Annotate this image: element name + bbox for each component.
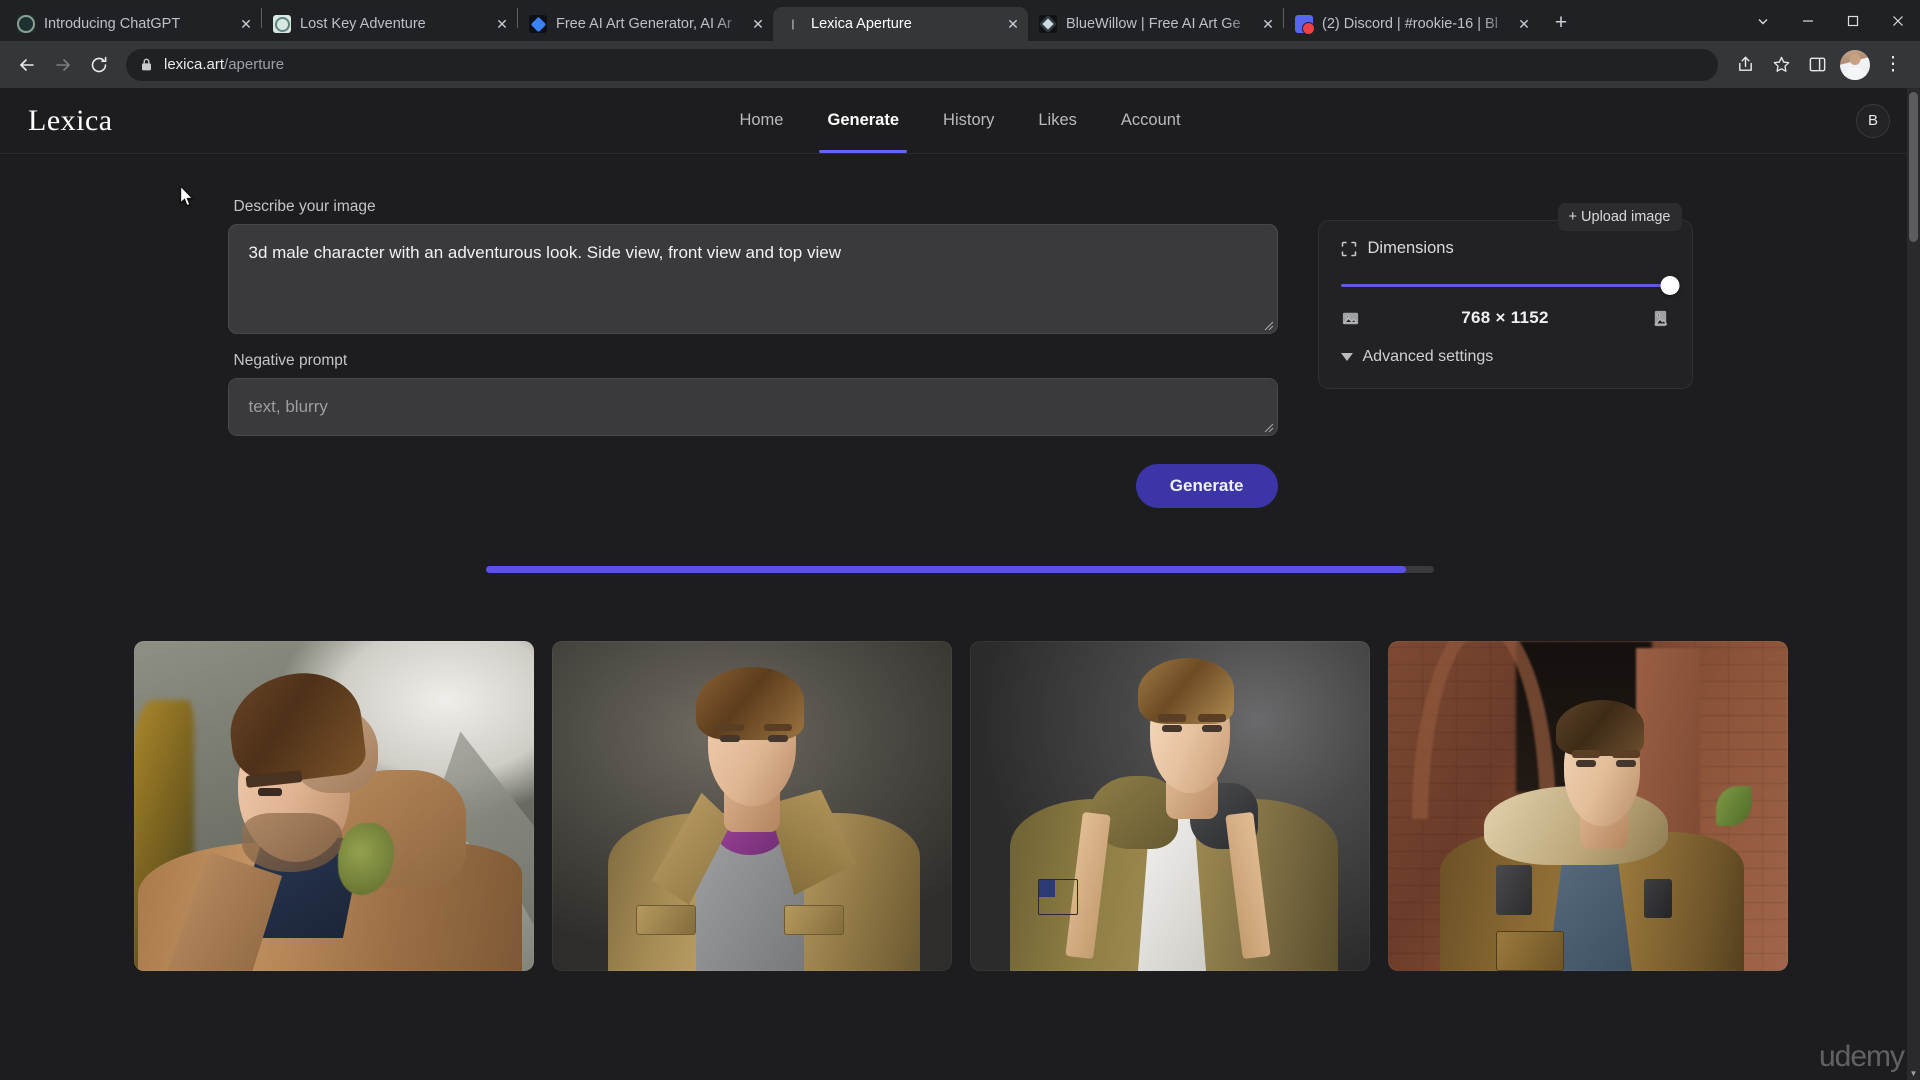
tab-title: BlueWillow | Free AI Art Ge xyxy=(1066,16,1241,32)
slider-fill xyxy=(1340,283,1670,287)
browser-tab-strip: Introducing ChatGPT ✕ Lost Key Adventure… xyxy=(0,0,1920,41)
side-panel-icon[interactable] xyxy=(1800,48,1834,82)
close-icon[interactable]: ✕ xyxy=(1513,13,1535,35)
prompt-field-wrap xyxy=(227,224,1278,334)
generated-image xyxy=(552,641,952,971)
nav-item-generate[interactable]: Generate xyxy=(805,88,921,153)
browser-tab-active[interactable]: | Lexica Aperture ✕ xyxy=(773,7,1028,41)
close-icon[interactable]: ✕ xyxy=(1257,13,1279,35)
diamond-icon xyxy=(529,15,547,33)
nav-item-home[interactable]: Home xyxy=(717,88,805,153)
tab-title: Lexica Aperture xyxy=(811,16,912,32)
url-path: /aperture xyxy=(224,56,285,73)
negative-prompt-label: Negative prompt xyxy=(233,352,348,369)
nav-item-likes[interactable]: Likes xyxy=(1016,88,1099,153)
lexica-icon: | xyxy=(791,18,795,30)
generate-row: Generate xyxy=(228,464,1278,508)
scroll-down-arrow-icon[interactable]: ▼ xyxy=(1907,1067,1920,1080)
results-grid xyxy=(0,573,1920,971)
prompt-label: Describe your image xyxy=(233,198,376,215)
image-large-icon[interactable] xyxy=(1651,309,1670,328)
lexica-logo[interactable]: Lexica xyxy=(28,104,113,138)
dimensions-row: 768 × 1152 xyxy=(1341,308,1670,328)
result-image-card[interactable] xyxy=(1388,641,1788,971)
lock-icon xyxy=(140,57,153,72)
result-image-card[interactable] xyxy=(552,641,952,971)
address-bar[interactable]: lexica.art/aperture xyxy=(126,48,1718,81)
browser-menu-button[interactable]: ⋮ xyxy=(1876,48,1910,82)
generation-progress xyxy=(486,566,1434,573)
page-scrollbar[interactable]: ▲ ▼ xyxy=(1907,88,1920,1080)
tab-title: Introducing ChatGPT xyxy=(44,16,181,32)
url-text: lexica.art/aperture xyxy=(164,56,284,73)
nav-links: Home Generate History Likes Account xyxy=(717,88,1202,153)
nav-item-history[interactable]: History xyxy=(921,88,1016,153)
user-avatar[interactable]: B xyxy=(1856,103,1890,138)
nav-item-account[interactable]: Account xyxy=(1099,88,1203,153)
dimensions-label: Dimensions xyxy=(1367,239,1454,257)
forward-button[interactable] xyxy=(46,48,80,82)
close-icon[interactable]: ✕ xyxy=(235,13,257,35)
generate-button[interactable]: Generate xyxy=(1135,464,1278,508)
image-small-icon[interactable] xyxy=(1341,309,1360,328)
flag-patch-icon xyxy=(1038,878,1078,915)
url-domain: lexica.art xyxy=(164,56,225,73)
close-icon[interactable]: ✕ xyxy=(747,13,769,35)
scrollbar-thumb[interactable] xyxy=(1909,92,1918,242)
generated-image xyxy=(970,641,1370,971)
browser-tab[interactable]: Lost Key Adventure ✕ xyxy=(262,7,517,41)
composer-fields: Describe your image Negative prompt Gene… xyxy=(227,198,1278,508)
profile-avatar[interactable] xyxy=(1840,49,1870,80)
dimensions-header: Dimensions xyxy=(1341,239,1670,258)
page-content: Lexica Home Generate History Likes Accou… xyxy=(0,88,1920,1080)
back-button[interactable] xyxy=(10,48,44,82)
browser-tab[interactable]: Introducing ChatGPT ✕ xyxy=(6,7,261,41)
advanced-settings-label: Advanced settings xyxy=(1362,348,1494,365)
tab-title: Lost Key Adventure xyxy=(300,16,426,32)
new-tab-button[interactable]: + xyxy=(1546,8,1576,38)
browser-tab[interactable]: Free AI Art Generator, AI Ar ✕ xyxy=(518,7,773,41)
share-icon[interactable] xyxy=(1728,48,1762,82)
generated-image xyxy=(1388,641,1788,971)
frame-icon xyxy=(1341,241,1356,256)
generation-composer: Describe your image Negative prompt Gene… xyxy=(0,154,1920,508)
chevron-down-icon xyxy=(1340,353,1353,361)
close-icon[interactable]: ✕ xyxy=(1002,13,1024,35)
advanced-settings-toggle[interactable]: Advanced settings xyxy=(1340,348,1670,366)
result-image-card[interactable] xyxy=(134,641,534,971)
browser-tab[interactable]: (2) Discord | #rookie-16 | Bl ✕ xyxy=(1284,7,1539,41)
page-viewport: Lexica Home Generate History Likes Accou… xyxy=(0,88,1920,1080)
settings-panel: + Upload image Dimensions 768 × 1152 Adv… xyxy=(1317,203,1693,389)
tab-title: (2) Discord | #rookie-16 | Bl xyxy=(1322,16,1498,32)
reload-button[interactable] xyxy=(82,48,116,82)
dimensions-slider[interactable] xyxy=(1340,275,1679,295)
close-window-button[interactable] xyxy=(1875,0,1920,41)
negative-prompt-input[interactable] xyxy=(227,378,1278,436)
slider-handle[interactable] xyxy=(1660,275,1679,295)
progress-bar-fill xyxy=(486,566,1406,573)
dimensions-value: 768 × 1152 xyxy=(1461,308,1549,327)
tab-title: Free AI Art Generator, AI Ar xyxy=(556,16,732,32)
browser-tab[interactable]: BlueWillow | Free AI Art Ge ✕ xyxy=(1028,7,1283,41)
minimize-button[interactable] xyxy=(1785,0,1830,41)
negative-prompt-field-wrap xyxy=(227,378,1278,436)
site-navbar: Lexica Home Generate History Likes Accou… xyxy=(0,88,1920,154)
window-controls xyxy=(1740,0,1920,41)
browser-toolbar: lexica.art/aperture ⋮ xyxy=(0,41,1920,88)
upload-image-button[interactable]: + Upload image xyxy=(1557,203,1682,231)
chatgpt-icon xyxy=(17,15,35,33)
star-icon[interactable] xyxy=(1764,48,1798,82)
bluewillow-icon xyxy=(1039,15,1057,33)
close-icon[interactable]: ✕ xyxy=(491,13,513,35)
maximize-button[interactable] xyxy=(1830,0,1875,41)
result-image-card[interactable] xyxy=(970,641,1370,971)
tab-search-button[interactable] xyxy=(1740,0,1785,41)
prompt-input[interactable] xyxy=(227,224,1278,334)
discord-icon xyxy=(1295,15,1315,35)
generated-image xyxy=(134,641,534,971)
lost-key-icon xyxy=(273,15,291,33)
